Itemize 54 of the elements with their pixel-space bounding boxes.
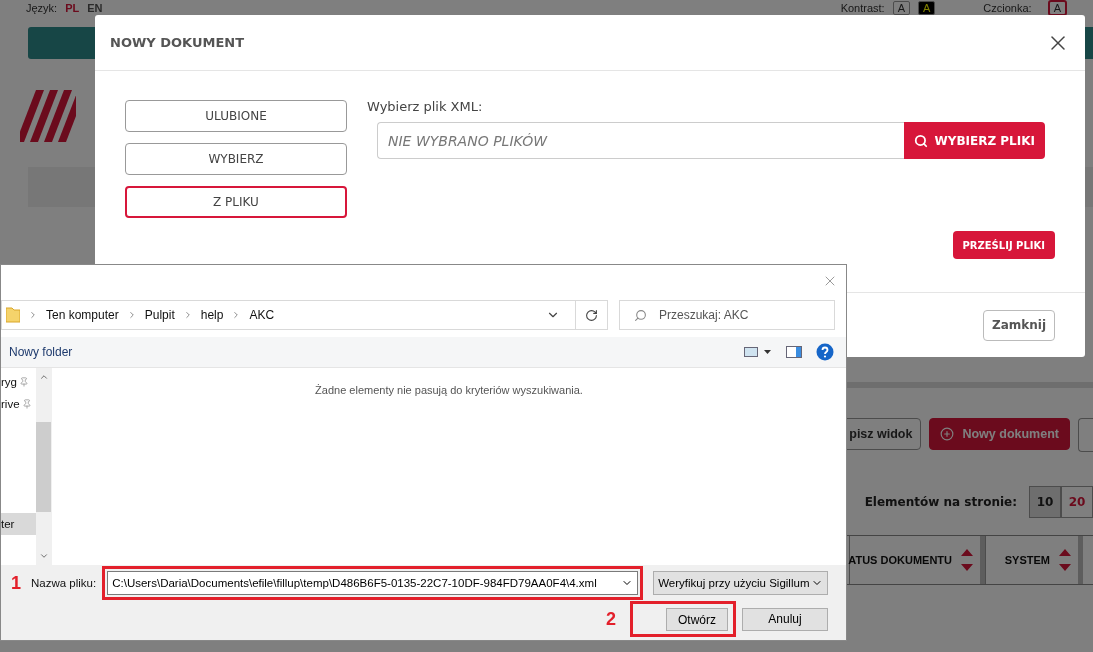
source-option-button[interactable]: WYBIERZ [125, 143, 347, 175]
plus-icon [940, 427, 955, 441]
view-icon[interactable] [744, 347, 772, 357]
file-type-select[interactable]: Weryfikuj przy użyciu Sigillum [653, 571, 828, 595]
scrollbar[interactable] [36, 368, 51, 565]
dialog-title: NOWY DOKUMENT [110, 35, 245, 50]
chevron-down-icon[interactable] [38, 551, 49, 561]
file-input-field[interactable]: NIE WYBRANO PLIKÓW [377, 122, 905, 159]
menu-button[interactable] [1078, 418, 1093, 452]
step-number: 2 [606, 608, 616, 630]
filename-field[interactable]: C:\Users\Daria\Documents\efile\fillup\temp\D486B6F5-0135-22C7-10DF-984FD79AA0F4\4.xml [107, 571, 639, 595]
source-option-button[interactable]: Z PLIKU [125, 186, 347, 218]
breadcrumb-item[interactable]: help [200, 308, 224, 322]
breadcrumb-item[interactable]: Pulpit [144, 308, 175, 322]
language-label: Język: [26, 2, 58, 14]
language-link[interactable]: EN [87, 2, 103, 14]
chevron-right-icon [28, 310, 38, 320]
per-page-option[interactable]: 10 [1029, 486, 1061, 518]
column-header[interactable]: SYSTEM [985, 536, 1083, 584]
breadcrumb-item[interactable]: Ten komputer [46, 308, 119, 322]
contrast-button[interactable]: A [918, 1, 936, 15]
step-number: 1 [11, 572, 21, 594]
open-button[interactable]: Otwórz [666, 608, 728, 631]
font-size-label: Czcionka: [983, 2, 1032, 14]
per-page-label: Elementów na stronie: [864, 495, 1017, 509]
logo-icon [20, 90, 76, 142]
file-label: Wybierz plik XML: [367, 99, 484, 114]
empty-message: Żadne elementy nie pasują do kryteriów wyszukiwania. [315, 384, 583, 398]
sort-icon[interactable] [960, 547, 974, 573]
search-icon [634, 308, 647, 322]
sort-icon[interactable] [1058, 547, 1072, 573]
navigation-item[interactable]: ter [1, 513, 36, 535]
upload-files-button[interactable]: PRZEŚLIJ PLIKI [952, 231, 1055, 259]
navigation-item[interactable]: rive [1, 393, 36, 415]
search-icon [914, 133, 929, 148]
cancel-button[interactable]: Anuluj [742, 607, 828, 631]
preview-pane-icon[interactable] [786, 346, 802, 358]
source-option-button[interactable]: ULUBIONE [125, 100, 347, 132]
pin-icon [21, 399, 32, 409]
close-dialog-button[interactable]: Zamknij [982, 309, 1055, 341]
new-folder-button[interactable]: Nowy folder [9, 345, 73, 359]
address-bar[interactable]: Ten komputer Pulpit help AKC [1, 300, 608, 330]
navigation-item[interactable]: ryg [1, 371, 36, 393]
folder-icon [6, 307, 20, 323]
contrast-button[interactable]: A [892, 1, 910, 15]
help-icon[interactable] [816, 343, 834, 361]
filename-label: Nazwa pliku: [31, 577, 97, 589]
search-field[interactable]: Przeszukaj: AKC [619, 300, 835, 330]
chevron-up-icon[interactable] [38, 372, 49, 382]
choose-files-button[interactable]: WYBIERZ PLIKI [904, 122, 1045, 159]
breadcrumb-item[interactable]: AKC [249, 308, 275, 322]
contrast-label: Kontrast: [840, 2, 885, 14]
refresh-icon [585, 308, 598, 322]
pin-icon [19, 377, 29, 387]
